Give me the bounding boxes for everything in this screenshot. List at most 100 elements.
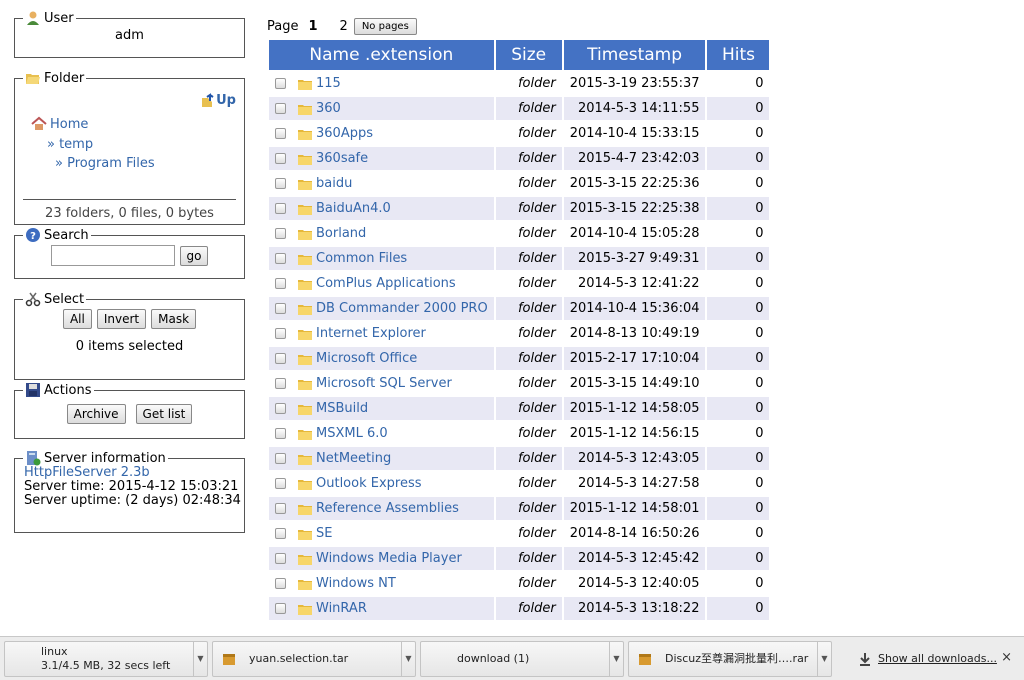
size-cell: folder — [495, 372, 562, 395]
name-column-header[interactable]: Name .extension — [269, 40, 494, 70]
row-checkbox[interactable] — [275, 353, 286, 364]
folder-link[interactable]: 115 — [316, 76, 341, 91]
archive-button[interactable]: Archive — [66, 404, 126, 424]
folder-link[interactable]: WinRAR — [316, 601, 367, 616]
hits-cell: 0 — [707, 422, 770, 445]
timestamp-column-header[interactable]: Timestamp — [563, 40, 706, 70]
folder-link[interactable]: baidu — [316, 176, 352, 191]
folder-link[interactable]: NetMeeting — [316, 451, 391, 466]
folder-link[interactable]: Outlook Express — [316, 476, 422, 491]
folder-link[interactable]: MSBuild — [316, 401, 368, 416]
folder-link[interactable]: DB Commander 2000 PRO — [316, 301, 488, 316]
folder-link[interactable]: Borland — [316, 226, 366, 241]
size-cell: folder — [495, 322, 562, 345]
name-cell: 115 — [269, 72, 494, 95]
folder-icon — [298, 154, 312, 165]
row-checkbox[interactable] — [275, 178, 286, 189]
table-row: Microsoft Office folder 2015-2-17 17:10:04… — [269, 347, 770, 370]
row-checkbox[interactable] — [275, 603, 286, 614]
table-row: Reference Assemblies folder 2015-1-12 14:5… — [269, 497, 770, 520]
up-button[interactable]: Up — [200, 92, 236, 108]
row-checkbox[interactable] — [275, 328, 286, 339]
row-checkbox[interactable] — [275, 478, 286, 489]
row-checkbox[interactable] — [275, 103, 286, 114]
folder-link[interactable]: Windows Media Player — [316, 551, 462, 566]
row-checkbox[interactable] — [275, 428, 286, 439]
row-checkbox[interactable] — [275, 153, 286, 164]
hits-column-header[interactable]: Hits — [707, 40, 770, 70]
folder-link[interactable]: 360safe — [316, 151, 368, 166]
get-list-button[interactable]: Get list — [135, 404, 193, 424]
name-cell: 360 — [269, 97, 494, 120]
server-software-link[interactable]: HttpFileServer 2.3b — [24, 465, 150, 480]
row-checkbox[interactable] — [275, 378, 286, 389]
page-2-link[interactable]: 2 — [340, 19, 348, 34]
download-arrow-icon — [860, 652, 870, 666]
folder-link[interactable]: Microsoft Office — [316, 351, 417, 366]
row-checkbox[interactable] — [275, 453, 286, 464]
row-checkbox[interactable] — [275, 528, 286, 539]
size-cell: folder — [495, 222, 562, 245]
folder-link[interactable]: Windows NT — [316, 576, 396, 591]
path-link-temp[interactable]: » temp — [47, 137, 93, 152]
row-checkbox[interactable] — [275, 128, 286, 139]
row-checkbox[interactable] — [275, 303, 286, 314]
row-checkbox[interactable] — [275, 278, 286, 289]
folder-link[interactable]: MSXML 6.0 — [316, 426, 388, 441]
folder-icon — [298, 579, 312, 590]
row-checkbox[interactable] — [275, 553, 286, 564]
row-checkbox[interactable] — [275, 203, 286, 214]
folder-link[interactable]: Internet Explorer — [316, 326, 426, 341]
timestamp-cell: 2014-5-3 14:11:55 — [563, 97, 706, 120]
chevron-down-icon[interactable]: ▼ — [817, 641, 831, 676]
folder-link[interactable]: 360Apps — [316, 126, 373, 141]
size-cell: folder — [495, 547, 562, 570]
folder-link[interactable]: Common Files — [316, 251, 407, 266]
folder-link[interactable]: Microsoft SQL Server — [316, 376, 452, 391]
row-checkbox[interactable] — [275, 78, 286, 89]
size-cell: folder — [495, 97, 562, 120]
size-column-header[interactable]: Size — [495, 40, 562, 70]
row-checkbox[interactable] — [275, 228, 286, 239]
user-legend-label: User — [44, 10, 74, 26]
name-cell: DB Commander 2000 PRO — [269, 297, 494, 320]
download-item[interactable]: download (1) ▼ — [420, 640, 624, 677]
page-1-link[interactable]: 1 — [308, 19, 317, 34]
folder-icon — [298, 479, 312, 490]
table-row: Internet Explorer folder 2014-8-13 10:49:1… — [269, 322, 770, 345]
folder-link[interactable]: ComPlus Applications — [316, 276, 456, 291]
close-icon[interactable]: × — [1001, 650, 1012, 665]
invert-button[interactable]: Invert — [96, 309, 147, 329]
select-all-button[interactable]: All — [62, 309, 92, 329]
name-cell: SE — [269, 522, 494, 545]
folder-icon — [298, 504, 312, 515]
chevron-down-icon[interactable]: ▼ — [193, 641, 207, 676]
row-checkbox[interactable] — [275, 403, 286, 414]
folder-link[interactable]: SE — [316, 526, 332, 541]
table-row: Outlook Express folder 2014-5-3 14:27:58 0 — [269, 472, 770, 495]
go-button[interactable]: go — [179, 245, 209, 266]
table-row: DB Commander 2000 PRO folder 2014-10-4 15:… — [269, 297, 770, 320]
path-link-program-files[interactable]: » Program Files — [55, 156, 155, 171]
download-item[interactable]: Discuz至尊漏洞批量利….rar ▼ — [628, 640, 832, 677]
chevron-down-icon[interactable]: ▼ — [609, 641, 623, 676]
search-input[interactable] — [50, 245, 175, 266]
folder-link[interactable]: 360 — [316, 101, 341, 116]
show-all-downloads-link[interactable]: Show all downloads... — [858, 652, 997, 666]
row-checkbox[interactable] — [275, 503, 286, 514]
mask-button[interactable]: Mask — [151, 309, 197, 329]
timestamp-cell: 2014-5-3 12:40:05 — [563, 572, 706, 595]
row-checkbox[interactable] — [275, 253, 286, 264]
timestamp-cell: 2014-5-3 12:41:22 — [563, 272, 706, 295]
download-item[interactable]: linux 3.1/4.5 MB, 32 secs left ▼ — [4, 640, 208, 677]
hits-cell: 0 — [707, 572, 770, 595]
home-link[interactable]: Home — [31, 116, 155, 132]
folder-icon — [298, 379, 312, 390]
hits-cell: 0 — [707, 72, 770, 95]
folder-link[interactable]: Reference Assemblies — [316, 501, 459, 516]
download-item[interactable]: yuan.selection.tar ▼ — [212, 640, 416, 677]
folder-link[interactable]: BaiduAn4.0 — [316, 201, 391, 216]
chevron-down-icon[interactable]: ▼ — [401, 641, 415, 676]
no-pages-button[interactable]: No pages — [353, 18, 417, 35]
row-checkbox[interactable] — [275, 578, 286, 589]
